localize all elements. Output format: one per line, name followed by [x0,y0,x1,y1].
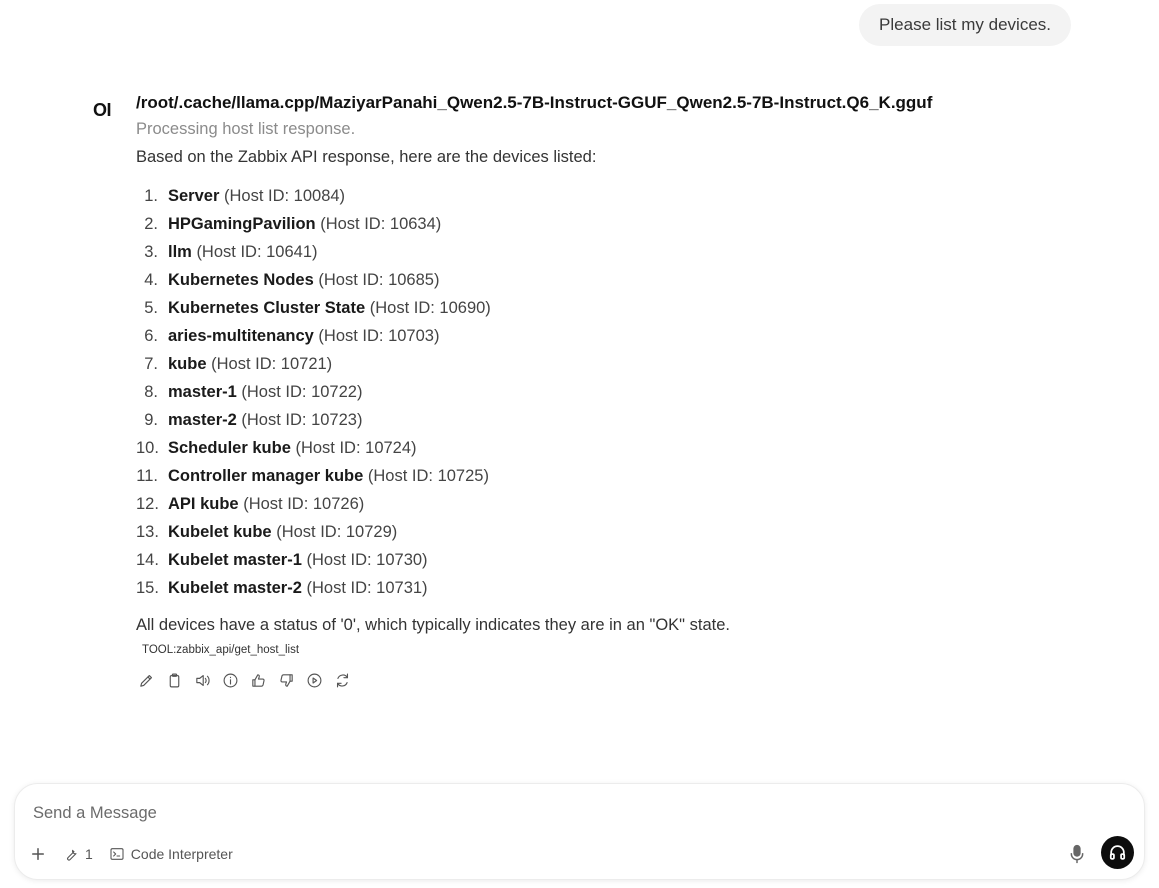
list-item: 7. kube (Host ID: 10721) [136,350,1096,378]
device-name: Kubernetes Cluster State [168,299,366,317]
device-name: llm [168,243,192,261]
host-id: (Host ID: 10729) [276,523,398,541]
device-name: Scheduler kube [168,439,291,457]
user-message: Please list my devices. [859,4,1071,46]
summary-text: All devices have a status of '0', which … [136,616,730,634]
chat-page: Please list my devices. OI /root/.cache/… [0,0,1159,888]
info-icon[interactable] [220,670,240,690]
device-name: kube [168,355,207,373]
device-name: master-1 [168,383,237,401]
device-name: API kube [168,495,239,513]
device-name: Kubelet master-2 [168,579,302,597]
host-id: (Host ID: 10723) [241,411,363,429]
device-name: aries-multitenancy [168,327,314,345]
voice-mode-button[interactable] [1101,836,1134,869]
list-item: 3. llm (Host ID: 10641) [136,238,1096,266]
host-id: (Host ID: 10725) [367,467,489,485]
edit-icon[interactable] [136,670,156,690]
list-number: 10. [136,439,159,457]
device-name: master-2 [168,411,237,429]
list-item: 4. Kubernetes Nodes (Host ID: 10685) [136,266,1096,294]
list-item: 11. Controller manager kube (Host ID: 107… [136,462,1096,490]
host-id: (Host ID: 10724) [295,439,417,457]
device-name: Kubernetes Nodes [168,271,314,289]
list-number: 5. [144,299,158,317]
host-id: (Host ID: 10703) [318,327,440,345]
assistant-avatar: OI [93,100,112,120]
host-id: (Host ID: 10084) [223,187,346,205]
host-id: (Host ID: 10730) [306,551,428,569]
thumbs-up-icon[interactable] [248,670,268,690]
tools-button[interactable]: 1 [63,846,93,862]
tool-tag: TOOL:zabbix_api/get_host_list [142,644,300,656]
host-id: (Host ID: 10634) [320,215,442,233]
list-item: 2. HPGamingPavilion (Host ID: 10634) [136,210,1096,238]
tools-count: 1 [85,846,93,862]
device-name: Kubelet master-1 [168,551,302,569]
list-number: 11. [136,467,158,485]
list-item: 6. aries-multitenancy (Host ID: 10703) [136,322,1096,350]
list-number: 8. [144,383,158,401]
host-id: (Host ID: 10731) [306,579,428,597]
terminal-icon [110,848,124,860]
message-actions [136,670,1096,690]
intro-text: Based on the Zabbix API response, here a… [136,148,597,166]
device-name: Server [168,187,220,205]
copy-icon[interactable] [164,670,184,690]
list-number: 15. [136,579,159,597]
host-id: (Host ID: 10722) [241,383,363,401]
host-id: (Host ID: 10690) [369,299,491,317]
host-id: (Host ID: 10641) [196,243,318,261]
message-composer: 1 Code Interpreter [14,783,1145,880]
list-number: 7. [144,355,158,373]
list-number: 3. [144,243,158,261]
list-number: 1. [144,187,158,205]
device-name: HPGamingPavilion [168,215,316,233]
list-number: 6. [144,327,158,345]
list-item: 8. master-1 (Host ID: 10722) [136,378,1096,406]
continue-icon[interactable] [304,670,324,690]
list-number: 14. [136,551,159,569]
list-number: 13. [136,523,159,541]
list-item: 9. master-2 (Host ID: 10723) [136,406,1096,434]
read-aloud-icon[interactable] [192,670,212,690]
list-number: 4. [144,271,158,289]
list-number: 9. [144,411,158,429]
device-name: Kubelet kube [168,523,272,541]
composer-toolbar: 1 Code Interpreter [29,842,233,866]
wrench-icon [67,849,77,861]
device-name: Controller manager kube [168,467,364,485]
message-input[interactable] [33,800,1033,826]
microphone-icon[interactable] [1068,844,1090,866]
list-item: 12. API kube (Host ID: 10726) [136,490,1096,518]
list-item: 10. Scheduler kube (Host ID: 10724) [136,434,1096,462]
plus-icon [32,848,44,860]
list-item: 1. Server (Host ID: 10084) [136,182,1096,210]
device-list: 1. Server (Host ID: 10084) 2. HPGamingPavi… [136,182,1096,602]
host-id: (Host ID: 10685) [318,271,440,289]
code-interpreter-button[interactable]: Code Interpreter [109,846,233,862]
code-interpreter-label: Code Interpreter [130,846,233,862]
host-id: (Host ID: 10721) [211,355,333,373]
list-number: 12. [136,495,159,513]
host-id: (Host ID: 10726) [243,495,365,513]
model-name: /root/.cache/llama.cpp/MaziyarPanahi_Qwe… [136,93,933,112]
add-button[interactable] [29,845,47,863]
headphones-icon [1109,845,1126,860]
list-item: 15. Kubelet master-2 (Host ID: 10731) [136,574,1096,602]
list-number: 2. [144,215,158,233]
list-item: 5. Kubernetes Cluster State (Host ID: 106… [136,294,1096,322]
list-item: 14. Kubelet master-1 (Host ID: 10730) [136,546,1096,574]
status-text: Processing host list response. [136,120,356,138]
thumbs-down-icon[interactable] [276,670,296,690]
regenerate-icon[interactable] [332,670,352,690]
assistant-message: /root/.cache/llama.cpp/MaziyarPanahi_Qwe… [136,92,1096,690]
list-item: 13. Kubelet kube (Host ID: 10729) [136,518,1096,546]
